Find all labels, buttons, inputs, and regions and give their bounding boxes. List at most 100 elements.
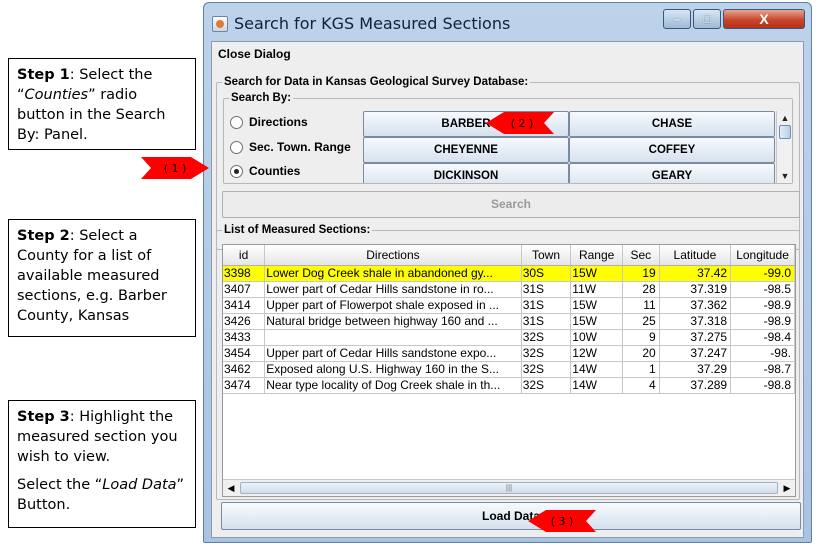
scroll-left-icon[interactable]: ◀ [223, 480, 239, 496]
scroll-up-icon[interactable]: ▲ [777, 111, 793, 125]
county-button-chase[interactable]: CHASE [569, 111, 775, 137]
county-scrollbar[interactable]: ▲ ▼ [776, 111, 792, 183]
column-header-directions[interactable]: Directions [264, 245, 522, 266]
radio-dot-icon [230, 140, 243, 154]
radio-counties[interactable]: Counties [230, 162, 300, 180]
step1-label: Step 1 [17, 67, 70, 83]
table-row[interactable]: 3433 32S 10W 9 37.275 -98.4 [223, 329, 795, 346]
cell-sec: 19 [622, 265, 660, 282]
cell-longitude: -98.9 [730, 297, 795, 314]
list-panel: List of Measured Sections: id Directions… [216, 223, 800, 500]
cell-longitude: -98.8 [730, 377, 795, 394]
cell-directions: Natural bridge between highway 160 and .… [264, 313, 522, 330]
table-row[interactable]: 3426 Natural bridge between highway 160 a… [223, 313, 795, 330]
scroll-down-icon[interactable]: ▼ [777, 169, 793, 183]
title-bar[interactable]: Search for KGS Measured Sections – □ X [204, 3, 811, 41]
cell-town: 32S [521, 377, 572, 394]
cell-latitude: 37.319 [659, 281, 732, 298]
cell-longitude: -98.7 [730, 361, 795, 378]
column-header-latitude[interactable]: Latitude [659, 245, 732, 266]
cell-latitude: 37.42 [659, 265, 732, 282]
cell-directions [264, 329, 522, 346]
cell-sec: 11 [622, 297, 660, 314]
close-button[interactable]: X [723, 9, 805, 29]
column-header-range[interactable]: Range [570, 245, 623, 266]
radio-sec-town-range[interactable]: Sec. Town. Range [230, 138, 351, 156]
cell-sec: 20 [622, 345, 660, 362]
list-panel-label: List of Measured Sections: [222, 223, 373, 237]
table-row[interactable]: 3462 Exposed along U.S. Highway 160 in th… [223, 361, 795, 378]
cell-latitude: 37.318 [659, 313, 732, 330]
radio-label: Directions [249, 115, 308, 129]
cell-longitude: -99.0 [730, 265, 795, 282]
cell-id: 3454 [223, 345, 266, 362]
county-button-dickinson[interactable]: DICKINSON [363, 163, 569, 183]
column-header-longitude[interactable]: Longitude [730, 245, 795, 266]
radio-directions[interactable]: Directions [230, 113, 308, 131]
cell-id: 3426 [223, 313, 266, 330]
search-by-label: Search By: [229, 91, 294, 105]
cell-longitude: -98. [730, 345, 795, 362]
menu-close-dialog[interactable]: Close Dialog [212, 42, 803, 66]
cell-sec: 9 [622, 329, 660, 346]
cell-longitude: -98.5 [730, 281, 795, 298]
cell-town: 32S [521, 329, 572, 346]
table-row[interactable]: 3398 Lower Dog Creek shale in abandoned g… [223, 265, 795, 282]
marker-1-arrow-icon: ( 1 ) [141, 157, 209, 179]
cell-directions: Lower Dog Creek shale in abandoned gy... [264, 265, 522, 282]
cell-directions: Upper part of Flowerpot shale exposed in… [264, 297, 522, 314]
table-row[interactable]: 3407 Lower part of Cedar Hills sandstone … [223, 281, 795, 298]
column-header-id[interactable]: id [223, 245, 266, 266]
cell-latitude: 37.29 [659, 361, 732, 378]
cell-range: 14W [570, 377, 623, 394]
dialog-window: Search for KGS Measured Sections – □ X C… [203, 2, 812, 543]
scroll-thumb[interactable] [779, 125, 791, 139]
scroll-thumb[interactable]: ||| [240, 482, 778, 494]
search-button[interactable]: Search [222, 191, 800, 218]
cell-town: 32S [521, 361, 572, 378]
radio-dot-selected-icon [230, 164, 243, 178]
cell-id: 3474 [223, 377, 266, 394]
cell-range: 14W [570, 361, 623, 378]
step1-callout: Step 1: Select the “Counties” radio butt… [8, 58, 196, 150]
county-button-grid: BARBER CHASE CHEYENNE COFFEY DICKINSON G… [363, 111, 775, 183]
cell-latitude: 37.275 [659, 329, 732, 346]
cell-id: 3462 [223, 361, 266, 378]
search-panel-label: Search for Data in Kansas Geological Sur… [222, 75, 531, 89]
cell-town: 31S [521, 297, 572, 314]
county-button-geary[interactable]: GEARY [569, 163, 775, 183]
column-header-town[interactable]: Town [521, 245, 572, 266]
scroll-right-icon[interactable]: ▶ [779, 480, 795, 496]
table-row[interactable]: 3414 Upper part of Flowerpot shale expose… [223, 297, 795, 314]
step2-label: Step 2 [17, 228, 70, 244]
cell-latitude: 37.362 [659, 297, 732, 314]
table-row[interactable]: 3454 Upper part of Cedar Hills sandstone … [223, 345, 795, 362]
cell-sec: 25 [622, 313, 660, 330]
cell-id: 3414 [223, 297, 266, 314]
county-button-cheyenne[interactable]: CHEYENNE [363, 137, 569, 163]
cell-range: 15W [570, 265, 623, 282]
cell-id: 3398 [223, 265, 266, 282]
county-button-coffey[interactable]: COFFEY [569, 137, 775, 163]
radio-label: Sec. Town. Range [249, 140, 351, 154]
cell-town: 31S [521, 313, 572, 330]
cell-latitude: 37.289 [659, 377, 732, 394]
cell-directions: Near type locality of Dog Creek shale in… [264, 377, 522, 394]
sections-table: id Directions Town Range Sec Latitude Lo… [222, 244, 796, 497]
minimize-button[interactable]: – [663, 9, 691, 29]
cell-range: 11W [570, 281, 623, 298]
step3-label: Step 3 [17, 409, 70, 425]
load-data-button[interactable]: Load Data [221, 502, 801, 530]
column-header-sec[interactable]: Sec [622, 245, 660, 266]
cell-directions: Upper part of Cedar Hills sandstone expo… [264, 345, 522, 362]
step1-emph: Counties [24, 87, 89, 103]
marker-2-arrow-icon: ( 2 ) [486, 112, 554, 134]
cell-range: 15W [570, 297, 623, 314]
marker-1-label: ( 1 ) [164, 162, 187, 175]
cell-range: 15W [570, 313, 623, 330]
java-app-icon [212, 16, 228, 32]
maximize-icon: □ [703, 12, 711, 26]
maximize-button[interactable]: □ [693, 9, 721, 29]
table-row[interactable]: 3474 Near type locality of Dog Creek shal… [223, 377, 795, 394]
horizontal-scrollbar[interactable]: ◀ ||| ▶ [223, 479, 795, 496]
